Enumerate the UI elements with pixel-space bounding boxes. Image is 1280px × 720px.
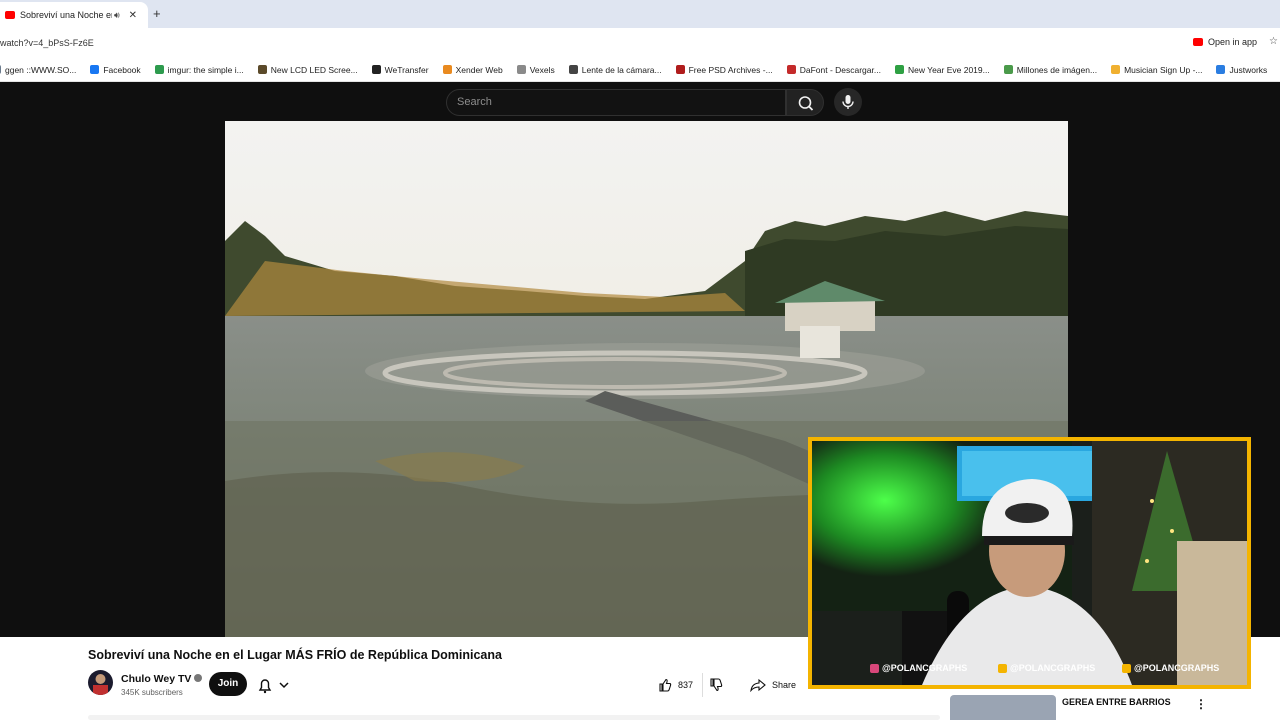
bookmark-label: Musician Sign Up -... (1124, 64, 1203, 75)
search-input[interactable]: Search (446, 89, 786, 116)
bookmark-label: Vexels (529, 64, 555, 75)
bookmark-item[interactable]: Millones de imágen... (1003, 64, 1098, 75)
bookmark-favicon-icon (894, 65, 904, 74)
bookmark-label: Xender Web (455, 64, 503, 75)
youtube-handle: @POLANCGRAPHS (998, 662, 1095, 674)
bookmark-favicon-icon (1216, 65, 1226, 74)
bookmark-label: WeTransfer (384, 64, 429, 75)
browser-tab-bar: Sobreviví una Noche en el 🔊︎ ✕ + (0, 0, 1280, 28)
bell-icon (258, 679, 289, 694)
search-button[interactable] (786, 89, 824, 116)
channel-avatar[interactable] (88, 670, 113, 695)
verified-icon (194, 674, 203, 682)
youtube-icon (1192, 38, 1203, 46)
bookmark-item[interactable]: Facebook (90, 64, 141, 75)
youtube-favicon-icon (5, 11, 15, 19)
bookmark-favicon-icon (154, 65, 164, 74)
bookmark-item[interactable]: WeTransfer (371, 64, 429, 75)
thumbs-down-icon (709, 678, 722, 692)
tab-active-video[interactable]: Sobreviví una Noche en el 🔊︎ ✕ (0, 2, 148, 28)
share-button[interactable]: Share (742, 673, 804, 697)
bookmark-label: DaFont - Descargar... (799, 64, 881, 75)
bookmark-label: ggen ::WWW.SO... (5, 64, 77, 75)
bookmark-item[interactable]: Justworks (1216, 65, 1267, 75)
bookmark-favicon-icon (1003, 65, 1013, 74)
youtube-header: Search (0, 83, 1280, 121)
instagram-handle: @POLANCGRAPHS (870, 662, 967, 674)
youtube-icon (998, 663, 1007, 673)
video-title: Sobreviví una Noche en el Lugar MÁS FRÍO… (88, 648, 502, 662)
like-count: 837 (678, 680, 694, 690)
bookmark-favicon-icon (568, 65, 578, 74)
bookmark-label: Lente de la cámara... (581, 64, 662, 75)
bookmark-item[interactable]: Lente de la cámara... (568, 64, 662, 75)
bookmark-label: imgur: the simple i... (167, 64, 244, 75)
channel-name-text: Chulo Wey TV (121, 673, 192, 685)
bookmark-favicon-icon (257, 65, 267, 74)
bookmark-item[interactable]: New LCD LED Scree... (257, 64, 358, 75)
bookmark-favicon-icon (90, 65, 100, 74)
bookmark-favicon-icon (516, 65, 526, 74)
subscriber-count: 345K subscribers (121, 688, 183, 697)
bookmark-item[interactable]: Xender Web (442, 64, 503, 75)
open-in-app-button[interactable]: Open in app (1192, 37, 1257, 47)
bookmark-favicon-icon (675, 65, 685, 74)
avatar-icon (93, 674, 108, 695)
bookmark-label: New LCD LED Scree... (270, 64, 358, 75)
bookmark-label: Free PSD Archives -... (688, 64, 773, 75)
bookmark-label: Millones de imágen... (1016, 64, 1098, 75)
share-label: Share (772, 680, 797, 690)
bookmark-item[interactable]: Free PSD Archives -... (675, 64, 773, 75)
bookmark-item[interactable]: Musician Sign Up -... (1111, 65, 1202, 75)
bookmark-item[interactable]: DaFont - Descargar... (786, 64, 881, 75)
recommended-video[interactable]: GEREA ENTRE BARRIOS ⋮ (950, 695, 1280, 720)
speaker-icon[interactable]: 🔊︎ (114, 10, 120, 21)
like-button[interactable]: 837 (650, 673, 702, 697)
bookmark-favicon-icon (786, 65, 796, 74)
new-tab-button[interactable]: + (153, 6, 161, 21)
tab-title: Sobreviví una Noche en el (20, 10, 112, 20)
facebook-icon (1122, 663, 1131, 673)
bookmark-favicon-icon (1111, 65, 1121, 74)
bookmark-label: Justworks (1229, 64, 1268, 75)
bookmark-favicon-icon (442, 65, 452, 74)
youtube-handle-text: @POLANCGRAPHS (1010, 663, 1096, 673)
bookmarks-bar: ggen ::WWW.SO... Facebook imgur: the simpl… (0, 58, 1280, 82)
channel-name[interactable]: Chulo Wey TV (121, 673, 203, 685)
microphone-icon (842, 95, 854, 109)
description-box-edge[interactable] (88, 715, 940, 720)
bookmark-label: Facebook (103, 64, 141, 75)
bookmark-item[interactable]: Vexels (516, 64, 555, 75)
instagram-handle-text: @POLANCGRAPHS (882, 663, 968, 673)
bookmark-item[interactable]: ggen ::WWW.SO... (0, 65, 76, 75)
bookmark-star-icon[interactable]: ☆ (1269, 36, 1278, 47)
bookmark-favicon-icon (371, 65, 381, 74)
address-bar[interactable]: watch?v=4_bPsS-Fz6E Open in app ☆ (0, 28, 1280, 58)
more-options-icon[interactable]: ⋮ (1195, 697, 1207, 711)
url-text[interactable]: watch?v=4_bPsS-Fz6E (0, 38, 94, 48)
open-in-app-label: Open in app (1207, 37, 1257, 47)
share-icon (750, 678, 766, 692)
webcam-feed (812, 441, 1247, 685)
bookmark-favicon-icon (0, 65, 1, 74)
bookmark-item[interactable]: New Year Eve 2019... (894, 64, 990, 75)
facebook-handle: @POLANCGRAPHS (1122, 662, 1219, 674)
close-icon[interactable]: ✕ (129, 10, 137, 21)
webcam-overlay: @POLANCGRAPHS @POLANCGRAPHS @POLANCGRAPH… (808, 437, 1251, 689)
recommended-thumbnail[interactable] (950, 695, 1056, 720)
dislike-button[interactable] (702, 673, 728, 697)
search-placeholder: Search (457, 96, 492, 108)
bookmark-label: New Year Eve 2019... (907, 64, 990, 75)
voice-search-button[interactable] (834, 88, 862, 116)
thumbs-up-icon (659, 678, 672, 692)
search-icon (798, 96, 814, 111)
video-actions: 837 Share (650, 673, 804, 697)
facebook-handle-text: @POLANCGRAPHS (1134, 663, 1220, 673)
bookmark-item[interactable]: imgur: the simple i... (154, 64, 244, 75)
join-button[interactable]: Join (209, 672, 247, 696)
instagram-icon (870, 663, 879, 673)
notification-button[interactable] (255, 675, 295, 695)
recommended-title[interactable]: GEREA ENTRE BARRIOS (1062, 697, 1171, 707)
